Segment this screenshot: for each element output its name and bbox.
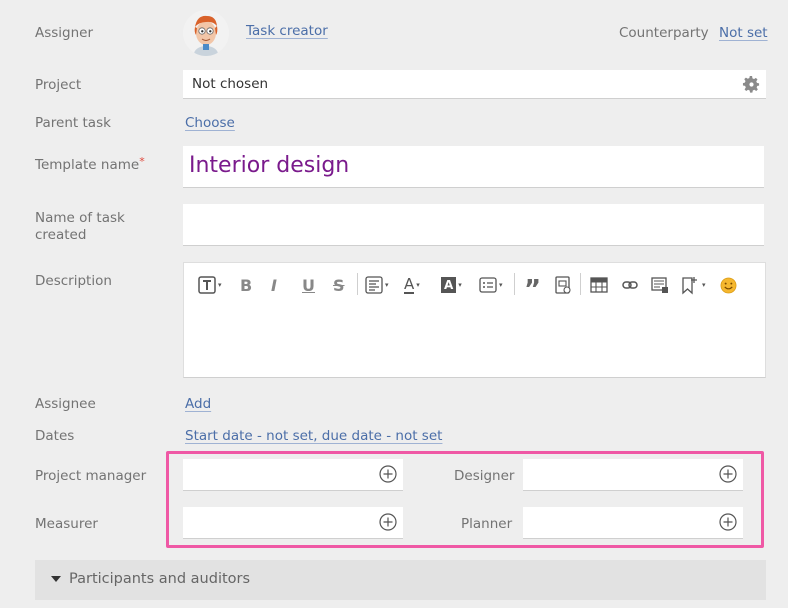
- dates-link[interactable]: Start date - not set, due date - not set: [185, 428, 442, 444]
- link-button[interactable]: [621, 274, 639, 296]
- table-button[interactable]: [590, 274, 608, 296]
- bookmark-button[interactable]: ▾: [680, 274, 706, 296]
- bold-icon: B: [240, 275, 253, 295]
- caret-icon: ▾: [416, 281, 420, 289]
- underline-button[interactable]: U: [302, 274, 315, 296]
- caret-icon: ▾: [702, 281, 706, 289]
- insert-file-button[interactable]: [554, 274, 572, 296]
- background-color-button[interactable]: A ▾: [441, 274, 462, 296]
- strikethrough-button[interactable]: S: [333, 274, 345, 296]
- bookmark-icon: [682, 277, 697, 295]
- measurer-label: Measurer: [35, 516, 98, 532]
- emoji-button[interactable]: [720, 274, 737, 296]
- link-icon: [622, 281, 638, 289]
- counterparty-label: Counterparty: [619, 25, 709, 41]
- font-color-button[interactable]: A ▾: [404, 274, 420, 296]
- insert-file-icon: [555, 276, 571, 294]
- list-icon: [479, 277, 497, 293]
- strikethrough-icon: S: [333, 275, 345, 295]
- participants-section-header[interactable]: Participants and auditors: [35, 560, 766, 600]
- template-name-label-text: Template name: [35, 157, 140, 173]
- choose-parent-task-link[interactable]: Choose: [185, 115, 235, 131]
- caret-icon: ▾: [218, 281, 222, 289]
- counterparty-link[interactable]: Not set: [719, 25, 768, 41]
- quote-button[interactable]: ”: [524, 274, 541, 303]
- text-format-icon: [198, 276, 216, 294]
- italic-icon: I: [271, 275, 277, 295]
- editor-toolbar: ▾ B I U S ▾ A ▾ A ▾ ▾ ” ▾: [183, 262, 766, 307]
- table-icon: [590, 277, 608, 293]
- project-label: Project: [35, 77, 82, 93]
- caret-icon: ▾: [458, 281, 462, 289]
- template-name-label: Template name*: [35, 155, 145, 174]
- project-field[interactable]: Not chosen: [183, 70, 766, 99]
- font-color-icon: A: [404, 275, 415, 294]
- quote-icon: ”: [524, 275, 542, 305]
- description-editor[interactable]: [183, 306, 766, 378]
- template-name-input[interactable]: Interior design: [183, 146, 764, 188]
- task-name-label: Name of task created: [35, 210, 125, 244]
- toolbar-divider: [514, 273, 515, 295]
- italic-button[interactable]: I: [271, 274, 277, 296]
- insert-image-button[interactable]: [651, 274, 669, 296]
- add-assignee-link[interactable]: Add: [185, 396, 211, 412]
- task-name-input[interactable]: [183, 204, 764, 246]
- assigner-link[interactable]: Task creator: [246, 23, 328, 39]
- background-color-icon: A: [441, 277, 457, 293]
- toolbar-divider: [580, 273, 581, 295]
- parent-task-label: Parent task: [35, 115, 111, 131]
- template-name-value: Interior design: [189, 153, 350, 178]
- required-mark: *: [139, 155, 145, 168]
- assignee-label: Assignee: [35, 396, 96, 412]
- task-name-label-line2: created: [35, 227, 87, 243]
- assigner-avatar[interactable]: [183, 10, 229, 56]
- triangle-down-icon: [51, 576, 61, 582]
- list-button[interactable]: ▾: [479, 274, 503, 296]
- bold-button[interactable]: B: [240, 274, 252, 296]
- caret-icon: ▾: [499, 281, 503, 289]
- caret-icon: ▾: [385, 281, 389, 289]
- project-value: Not chosen: [192, 76, 269, 92]
- insert-image-icon: [651, 277, 668, 293]
- text-format-button[interactable]: ▾: [198, 274, 222, 296]
- align-button[interactable]: ▾: [365, 274, 389, 296]
- toolbar-divider: [357, 273, 358, 295]
- participants-title: Participants and auditors: [69, 571, 251, 587]
- avatar-icon: [194, 15, 218, 56]
- emoji-icon: [720, 277, 737, 293]
- assigner-label: Assigner: [35, 25, 94, 41]
- highlight-frame: [166, 451, 764, 548]
- gear-icon[interactable]: [742, 75, 761, 98]
- description-label: Description: [35, 273, 112, 289]
- task-name-label-line1: Name of task: [35, 210, 125, 226]
- project-manager-label: Project manager: [35, 468, 147, 484]
- align-icon: [365, 276, 383, 294]
- dates-label: Dates: [35, 428, 75, 444]
- underline-icon: U: [302, 275, 315, 295]
